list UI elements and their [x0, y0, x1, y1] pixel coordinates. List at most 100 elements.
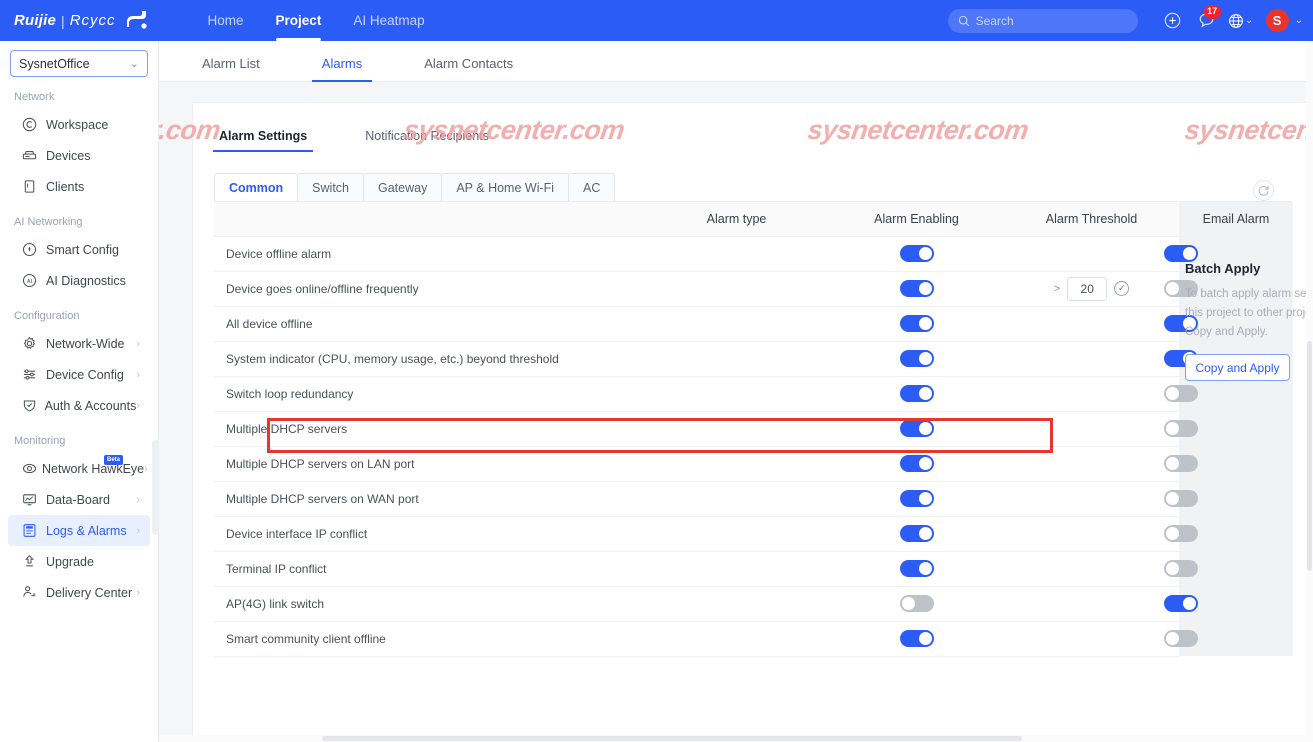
alarm-enabling-toggle[interactable] — [899, 420, 934, 437]
column-header-alarm-type: Alarm type — [644, 202, 829, 237]
alarm-enabling-toggle[interactable] — [899, 315, 934, 332]
cell-alarm-threshold — [1004, 236, 1179, 272]
sidebar-item-logs-alarms[interactable]: Logs & Alarms › — [8, 515, 150, 546]
cell-spacer — [644, 551, 829, 587]
cell-alarm-enabling — [829, 586, 1004, 622]
refresh-icon[interactable] — [1253, 180, 1274, 201]
sidebar-item-smart-config[interactable]: Smart Config — [8, 234, 150, 265]
main-nav: Home Project AI Heatmap — [192, 0, 441, 41]
tab-alarm-settings[interactable]: Alarm Settings — [212, 129, 314, 152]
horizontal-scrollbar[interactable] — [159, 735, 1306, 742]
device-type-tabs: Common Switch Gateway AP & Home Wi-Fi AC — [214, 168, 1312, 201]
cell-email-alarm — [1164, 586, 1293, 621]
column-header-blank — [214, 202, 644, 237]
sidebar-item-auth-accounts[interactable]: Auth & Accounts › — [8, 390, 150, 421]
sidebar-item-label: Devices — [46, 148, 91, 163]
nav-item-ai-heatmap[interactable]: AI Heatmap — [337, 0, 440, 41]
cell-alarm-enabling — [829, 411, 1004, 447]
alarm-enabling-toggle[interactable] — [899, 525, 934, 542]
copy-and-apply-button[interactable]: Copy and Apply — [1185, 354, 1290, 381]
cell-alarm-threshold — [1004, 516, 1179, 552]
cell-alarm-threshold — [1004, 306, 1179, 342]
vertical-scrollbar[interactable] — [1306, 41, 1313, 742]
clients-icon — [22, 179, 41, 194]
column-header-alarm-threshold: Alarm Threshold — [1004, 202, 1179, 237]
cell-email-alarm — [1164, 481, 1293, 516]
alarm-enabling-toggle[interactable] — [899, 245, 934, 262]
sidebar-item-label: Logs & Alarms — [46, 523, 127, 538]
table-row: Multiple DHCP servers — [214, 411, 1293, 447]
email-alarm-toggle[interactable] — [1164, 420, 1198, 437]
vertical-scrollbar-thumb[interactable] — [1307, 341, 1312, 571]
sidebar-item-clients[interactable]: Clients — [8, 171, 150, 202]
alarm-enabling-toggle[interactable] — [899, 385, 934, 402]
tab-ap-home-wifi[interactable]: AP & Home Wi-Fi — [441, 173, 570, 201]
alarm-enabling-toggle[interactable] — [899, 280, 934, 297]
sidebar-item-device-config[interactable]: Device Config › — [8, 359, 150, 390]
tab-alarms[interactable]: Alarms — [311, 56, 373, 82]
email-alarm-toggle[interactable] — [1164, 595, 1198, 612]
sidebar-item-label: Workspace — [46, 117, 109, 132]
alarm-enabling-toggle[interactable] — [899, 455, 934, 472]
sidebar-item-devices[interactable]: Devices — [8, 140, 150, 171]
email-alarm-toggle[interactable] — [1164, 455, 1198, 472]
email-alarm-toggle[interactable] — [1164, 525, 1198, 542]
batch-apply-description: To batch apply alarm settings of this pr… — [1185, 288, 1313, 338]
user-menu[interactable]: S ⌄ — [1258, 0, 1303, 41]
sidebar-item-label: Device Config — [46, 367, 124, 382]
project-selector[interactable]: SysnetOffice ⌄ — [10, 50, 148, 77]
alarm-enabling-toggle[interactable] — [899, 560, 934, 577]
sidebar-item-network-hawkeye[interactable]: Network HawkEye Beta › — [8, 453, 150, 484]
tab-alarm-list[interactable]: Alarm List — [192, 56, 270, 81]
sidebar-item-delivery-center[interactable]: Delivery Center › — [8, 577, 150, 608]
cell-spacer — [644, 516, 829, 552]
alarm-enabling-toggle[interactable] — [899, 350, 934, 367]
cell-alarm-enabling — [829, 516, 1004, 552]
alarm-enabling-toggle[interactable] — [899, 490, 934, 507]
cell-alarm-enabling — [829, 551, 1004, 587]
alarm-enabling-toggle[interactable] — [899, 630, 934, 647]
email-alarm-toggle[interactable] — [1164, 385, 1198, 402]
cell-alarm-type: Switch loop redundancy — [214, 376, 644, 412]
sidebar: SysnetOffice ⌄ Network Workspace Devices… — [0, 41, 159, 742]
nav-item-home[interactable]: Home — [192, 0, 260, 41]
check-circle-icon[interactable]: ✓ — [1114, 281, 1130, 296]
sidebar-item-upgrade[interactable]: Upgrade — [8, 546, 150, 577]
tab-notification-recipients[interactable]: Notification Recipients — [361, 129, 493, 152]
upgrade-icon — [22, 554, 41, 569]
sidebar-item-label: Network HawkEye — [42, 461, 145, 476]
sidebar-group-monitoring: Monitoring — [14, 435, 66, 447]
nav-item-project[interactable]: Project — [260, 0, 338, 41]
tab-common[interactable]: Common — [214, 173, 299, 201]
sidebar-item-network-wide[interactable]: Network-Wide › — [8, 328, 150, 359]
cell-alarm-enabling — [829, 481, 1004, 517]
email-alarm-toggle[interactable] — [1164, 630, 1198, 647]
threshold-input[interactable] — [1067, 276, 1108, 301]
horizontal-scrollbar-thumb[interactable] — [322, 736, 1022, 741]
batch-apply-panel: Batch Apply To batch apply alarm setting… — [1177, 236, 1312, 381]
sidebar-collapse-handle[interactable] — [152, 440, 159, 535]
table-header-row: Alarm type Alarm Enabling Alarm Threshol… — [214, 202, 1293, 237]
sidebar-item-data-board[interactable]: Data-Board › — [8, 484, 150, 515]
email-alarm-toggle[interactable] — [1164, 560, 1198, 577]
alarm-enabling-toggle[interactable] — [899, 595, 934, 612]
sidebar-item-workspace[interactable]: Workspace — [8, 109, 150, 140]
tab-ac[interactable]: AC — [568, 173, 616, 201]
cell-alarm-threshold — [1004, 621, 1179, 657]
top-bar-actions: Search 17 ⌄ S ⌄ — [947, 0, 1313, 41]
tab-alarm-contacts[interactable]: Alarm Contacts — [414, 56, 523, 81]
add-button[interactable] — [1156, 0, 1190, 41]
tab-gateway[interactable]: Gateway — [363, 173, 443, 201]
sidebar-item-ai-diagnostics[interactable]: AI AI Diagnostics — [8, 265, 150, 296]
cell-alarm-threshold — [1004, 586, 1179, 622]
language-selector[interactable]: ⌄ — [1224, 0, 1258, 41]
notifications-button[interactable]: 17 — [1190, 0, 1224, 41]
email-alarm-toggle[interactable] — [1164, 490, 1198, 507]
sidebar-item-label: Auth & Accounts — [44, 398, 137, 413]
sidebar-item-label: Upgrade — [46, 554, 94, 569]
brand-logo[interactable]: Ruijie | Rcycc — [14, 9, 150, 32]
tab-switch[interactable]: Switch — [297, 173, 364, 201]
search-box[interactable]: Search — [947, 8, 1138, 33]
table-row: Smart community client offline — [214, 621, 1293, 657]
top-navigation-bar: Ruijie | Rcycc Home Project AI Heatmap S… — [0, 0, 1313, 41]
